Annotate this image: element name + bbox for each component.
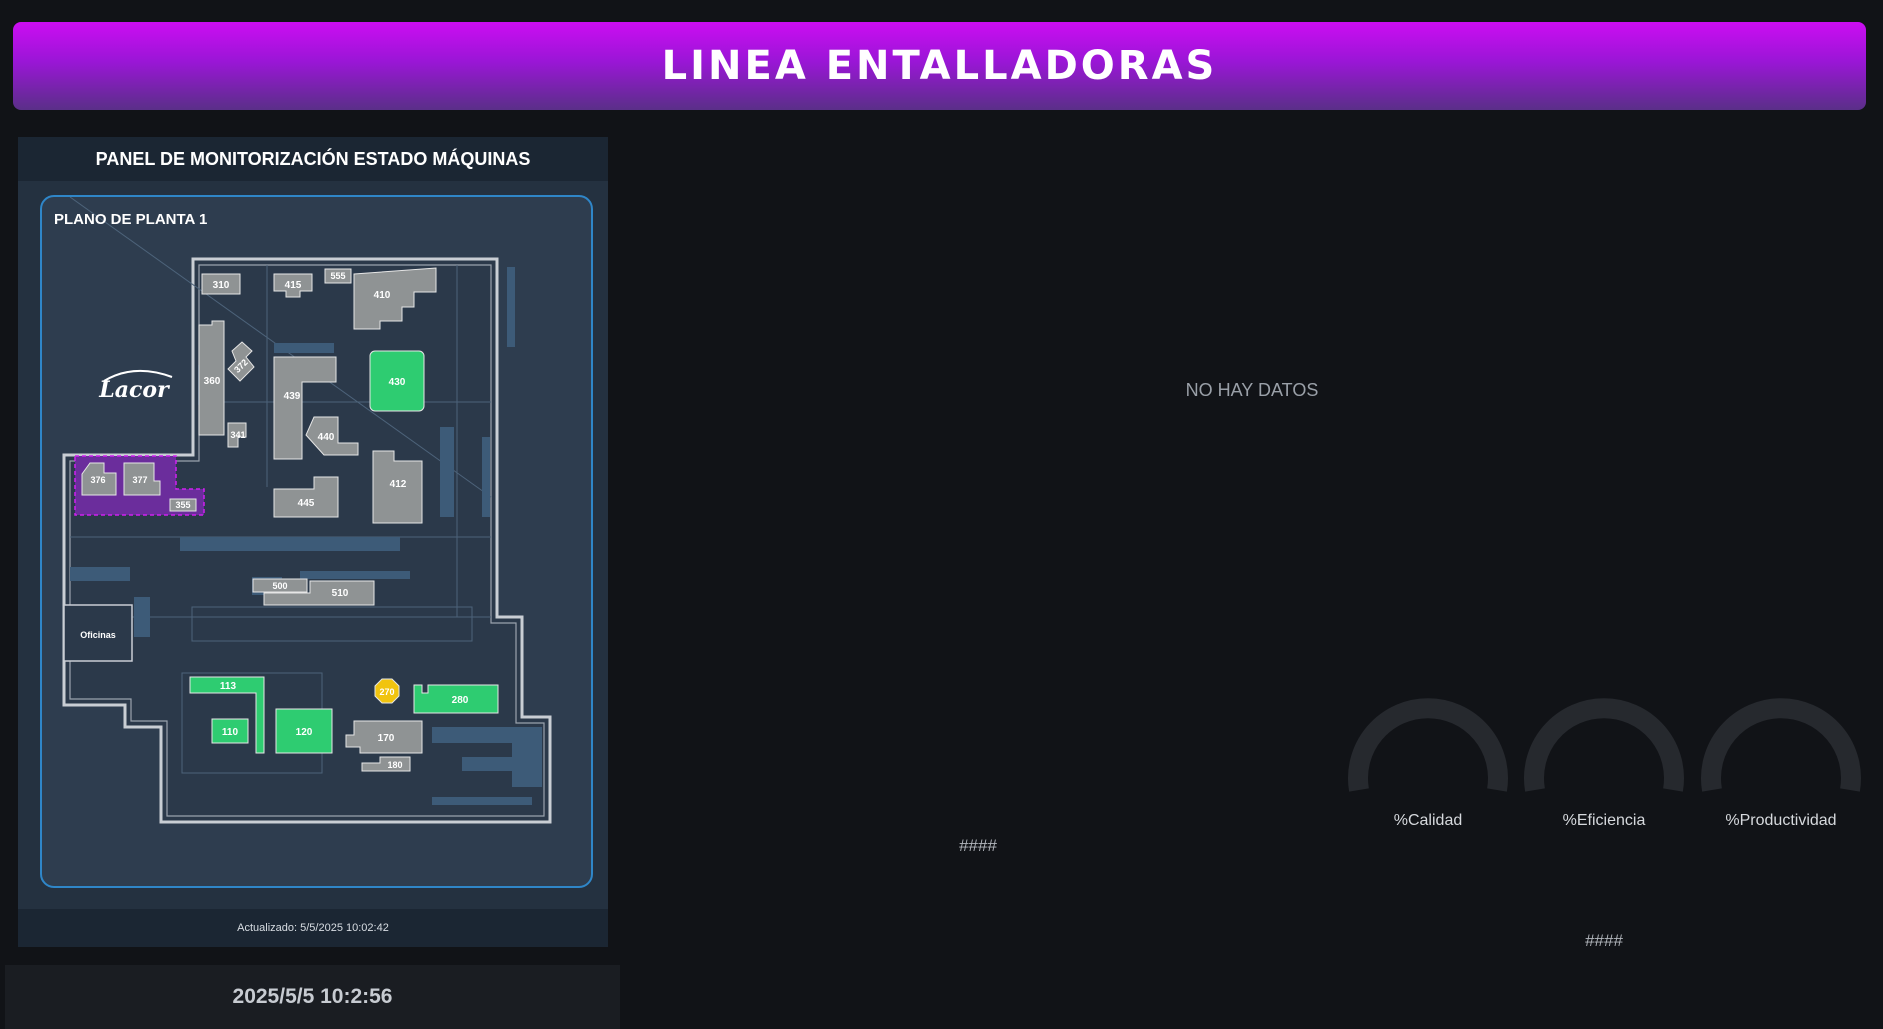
machine-110-label: 110 [222,727,239,738]
machine-415-label: 415 [285,280,302,291]
machine-120-label: 120 [296,727,313,738]
machine-440-label: 440 [318,432,335,443]
machine-170-label: 170 [378,733,395,744]
machine-445-label: 445 [298,498,315,509]
clock-display: 2025/5/5 10:2:56 [5,965,620,1029]
metric-value-a: #### [959,836,997,855]
lacor-logo: Lacor [98,377,170,403]
machine-510-label: 510 [332,588,349,599]
offices-label: Oficinas [80,630,116,640]
machine-376-label: 376 [90,475,105,485]
updated-timestamp: Actualizado: 5/5/2025 10:02:42 [18,909,608,947]
machine-355-label: 355 [175,500,190,510]
gauge-efficiency-arc [1524,698,1684,792]
gauge-efficiency: %Eficiencia [1523,686,1685,830]
gauge-productivity: %Productividad [1700,686,1862,830]
plan-title: PLANO DE PLANTA 1 [54,211,208,228]
no-data-message: NO HAY DATOS [1185,380,1319,400]
machine-430-label: 430 [389,377,406,388]
machine-377-label: 377 [132,475,147,485]
monitor-panel: PANEL DE MONITORIZACIÓN ESTADO MÁQUINAS [18,137,608,947]
machine-113-label: 113 [220,681,237,692]
page-title: LINEA ENTALLADORAS [661,43,1218,89]
metric-value-b: #### [1585,931,1623,950]
floor-plan-card: 310 415 555 410 360 372 341 439 440 430 … [40,195,593,888]
gauge-productivity-arc [1701,698,1861,792]
floor-plan-map: 310 415 555 410 360 372 341 439 440 430 … [62,197,552,824]
machine-439-label: 439 [284,391,301,402]
header-banner: LINEA ENTALLADORAS [13,22,1866,110]
gauge-productivity-label: %Productividad [1725,812,1837,829]
gauge-efficiency-label: %Eficiencia [1562,812,1646,829]
machine-360-label: 360 [204,376,221,387]
machine-180-label: 180 [387,760,402,770]
machine-410-label: 410 [374,290,391,301]
machine-310-label: 310 [213,280,230,291]
machine-280-label: 280 [452,695,469,706]
machine-412-label: 412 [390,479,407,490]
machine-555-label: 555 [330,271,345,281]
machine-500-label: 500 [272,581,287,591]
machine-270-label: 270 [379,687,394,697]
panel-title: PANEL DE MONITORIZACIÓN ESTADO MÁQUINAS [18,137,608,181]
gauge-quality: %Calidad [1347,686,1509,830]
gauge-quality-label: %Calidad [1393,812,1463,829]
machine-341-label: 341 [230,430,245,440]
gauge-quality-arc [1348,698,1508,792]
